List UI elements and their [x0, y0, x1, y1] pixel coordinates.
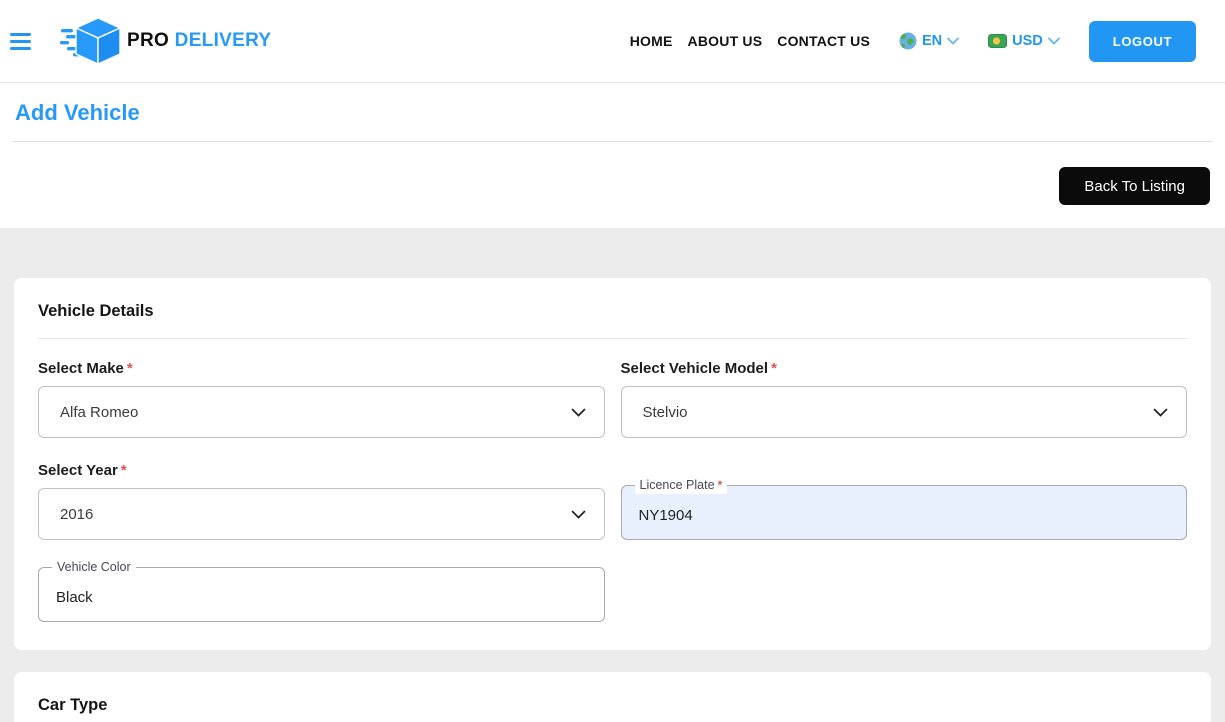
select-make-label: Select Make* [38, 360, 605, 377]
vehicle-details-title: Vehicle Details [38, 302, 1187, 321]
title-divider [13, 141, 1212, 142]
page-title-band: Add Vehicle Back To Listing [0, 83, 1225, 228]
logout-button[interactable]: LOGOUT [1089, 21, 1196, 62]
card-divider [38, 338, 1187, 339]
vehicle-color-label: Vehicle Color [52, 559, 136, 576]
car-type-title: Car Type [38, 696, 1187, 715]
page-content: Vehicle Details Select Make* Alfa Romeo … [0, 228, 1225, 722]
nav-about-us[interactable]: ABOUT US [688, 33, 763, 49]
select-year-label: Select Year* [38, 462, 605, 479]
car-type-card: Car Type [14, 672, 1211, 722]
year-select-value: 2016 [60, 506, 93, 523]
language-selector[interactable]: EN [899, 32, 959, 50]
globe-icon [899, 32, 917, 50]
main-nav: HOME ABOUT US CONTACT US EN [630, 21, 1225, 62]
currency-value: USD [1012, 33, 1043, 49]
vehicle-details-card: Vehicle Details Select Make* Alfa Romeo … [14, 278, 1211, 650]
page-title: Add Vehicle [13, 100, 1212, 126]
language-value: EN [922, 33, 942, 49]
model-select-value: Stelvio [643, 404, 688, 421]
menu-icon[interactable] [10, 33, 31, 50]
vehicle-details-form: Select Make* Alfa Romeo Select Vehicle M… [38, 360, 1187, 622]
chevron-down-icon [1048, 37, 1060, 45]
make-select-value: Alfa Romeo [60, 404, 138, 421]
required-mark: * [118, 462, 127, 479]
nav-contact-us[interactable]: CONTACT US [777, 33, 870, 49]
app-header: PRO DELIVERY HOME ABOUT US CONTACT US EN [0, 0, 1225, 83]
vehicle-color-field: Vehicle Color [38, 567, 605, 622]
delivery-box-icon [59, 16, 121, 66]
model-select[interactable]: Stelvio [621, 386, 1188, 438]
year-select[interactable]: 2016 [38, 488, 605, 540]
money-icon [988, 34, 1007, 48]
nav-home[interactable]: HOME [630, 33, 673, 49]
make-select[interactable]: Alfa Romeo [38, 386, 605, 438]
required-mark: * [715, 478, 723, 492]
brand-name: PRO DELIVERY [127, 30, 271, 52]
required-mark: * [124, 360, 133, 377]
brand-logo[interactable]: PRO DELIVERY [59, 16, 271, 66]
back-to-listing-button[interactable]: Back To Listing [1059, 167, 1210, 205]
chevron-down-icon [571, 510, 586, 519]
select-model-label: Select Vehicle Model* [621, 360, 1188, 377]
chevron-down-icon [571, 408, 586, 417]
licence-plate-field: Licence Plate* [621, 485, 1188, 540]
chevron-down-icon [1153, 408, 1168, 417]
licence-plate-label: Licence Plate* [635, 477, 728, 494]
chevron-down-icon [947, 37, 959, 45]
required-mark: * [768, 360, 777, 377]
currency-selector[interactable]: USD [988, 33, 1060, 49]
